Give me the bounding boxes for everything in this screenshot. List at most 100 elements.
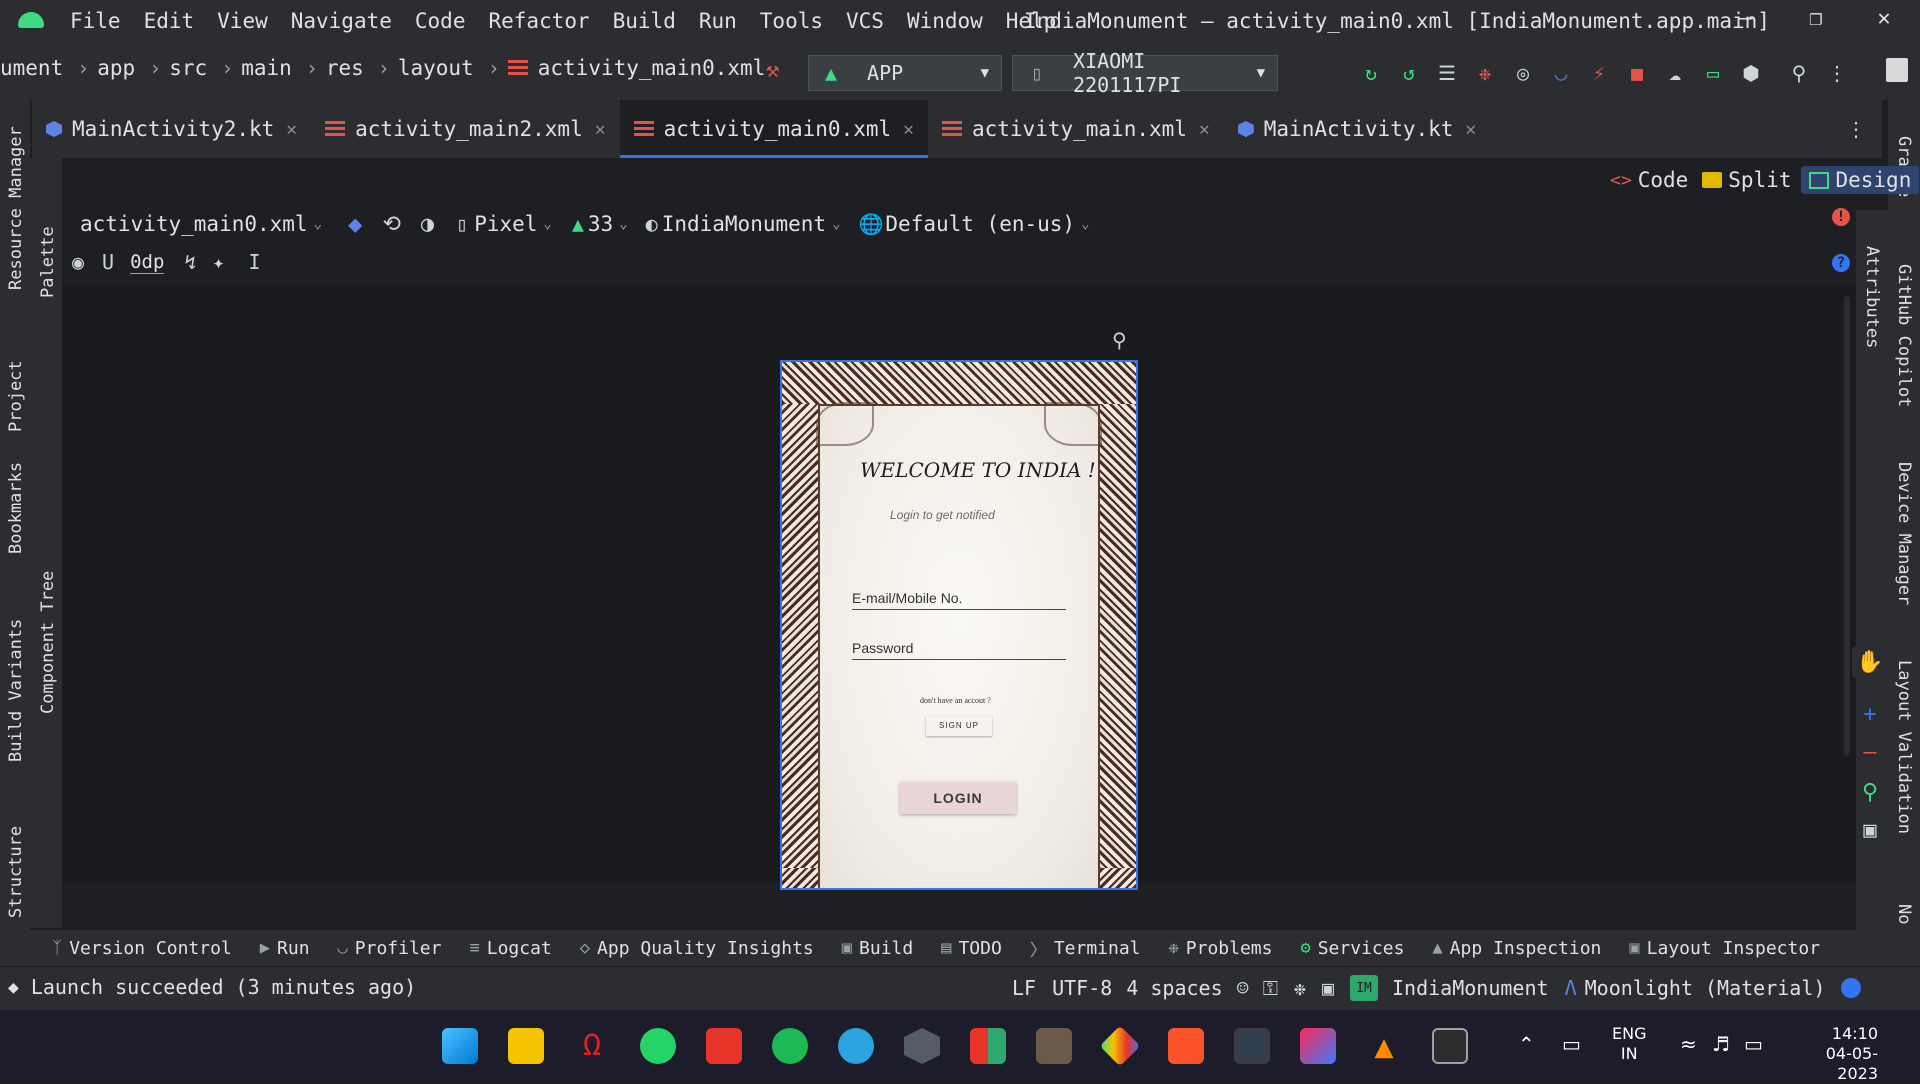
attach-debugger-icon[interactable]: ⚡ [1584, 58, 1614, 88]
tab-mainactivity2[interactable]: MainActivity2.kt ✕ [32, 100, 311, 158]
clock[interactable]: 14:10 04-05-2023 [1798, 1024, 1878, 1084]
profiler-icon[interactable]: ◡ [1546, 58, 1576, 88]
sign-up-button[interactable]: SIGN UP [926, 716, 992, 736]
zoom-to-fit-icon[interactable]: ⚲ [1852, 776, 1888, 808]
avatar[interactable] [1886, 58, 1908, 82]
menu-tools[interactable]: Tools [760, 9, 823, 33]
tool-attributes[interactable]: Attributes [1862, 246, 1882, 348]
android-studio-taskbar-icon[interactable] [1234, 1028, 1270, 1064]
tool-run[interactable]: ▶ Run [260, 938, 310, 959]
error-icon[interactable]: ! [1832, 208, 1850, 226]
restore-button[interactable]: ❐ [1796, 6, 1836, 36]
tool-github-copilot[interactable]: GitHub Copilot [1894, 264, 1914, 407]
vlc-icon[interactable]: ▲ [1366, 1028, 1402, 1064]
menu-build[interactable]: Build [613, 9, 676, 33]
tab-mainactivity[interactable]: MainActivity.kt ✕ [1224, 100, 1491, 158]
tool-build[interactable]: ▣ Build [842, 938, 913, 959]
split-mode-button[interactable]: Split [1728, 168, 1791, 192]
breadcrumb-src[interactable]: src [169, 56, 207, 80]
menu-refactor[interactable]: Refactor [488, 9, 589, 33]
spotify-icon[interactable] [772, 1028, 808, 1064]
menu-run[interactable]: Run [699, 9, 737, 33]
tab-activity-main[interactable]: activity_main.xml ✕ [928, 100, 1224, 158]
office-icon[interactable] [970, 1028, 1006, 1064]
tool-notifications[interactable]: No [1894, 904, 1914, 924]
wifi-icon[interactable]: ≈ [1680, 1032, 1697, 1056]
device-select[interactable]: ▯ XIAOMI 2201117PI ▼ [1012, 49, 1278, 97]
tool-version-control[interactable]: ᛉ Version Control [52, 938, 232, 959]
bug-icon[interactable]: ❉ [1294, 976, 1306, 1000]
tool-project[interactable]: Project [6, 360, 26, 432]
guidelines-icon[interactable]: I [249, 250, 261, 274]
menu-edit[interactable]: Edit [144, 9, 195, 33]
breadcrumb-app[interactable]: app [97, 56, 135, 80]
game-icon[interactable] [1036, 1028, 1072, 1064]
close-icon[interactable]: ✕ [1199, 119, 1210, 140]
file-encoding[interactable]: UTF-8 [1052, 976, 1112, 1000]
language-indicator[interactable]: ENG IN [1612, 1024, 1646, 1064]
search-icon[interactable]: ⚲ [1784, 58, 1814, 88]
wrench-icon[interactable]: ⚲ [1112, 328, 1127, 352]
night-mode-icon[interactable]: ◑ [421, 212, 434, 237]
design-mode-button[interactable]: Design [1801, 166, 1920, 194]
tool-build-variants[interactable]: Build Variants [6, 619, 26, 762]
stop-icon[interactable]: ■ [1622, 58, 1652, 88]
debug-icon[interactable]: ❉ [1470, 58, 1500, 88]
breadcrumb-file[interactable]: activity_main0.xml [538, 56, 766, 80]
tab-activity-main0[interactable]: activity_main0.xml ✕ [619, 100, 929, 158]
vertical-scrollbar[interactable] [1844, 296, 1850, 756]
breadcrumb-project[interactable]: ument [0, 56, 63, 80]
close-icon[interactable]: ✕ [286, 119, 297, 140]
menu-code[interactable]: Code [415, 9, 466, 33]
tool-device-manager[interactable]: Device Manager [1894, 462, 1914, 605]
hammer-icon[interactable]: ⚒ [766, 58, 779, 83]
apply-changes-icon[interactable]: ↺ [1394, 58, 1424, 88]
tool-logcat[interactable]: ≡ Logcat [469, 938, 551, 959]
tool-app-quality-insights[interactable]: ◇ App Quality Insights [580, 938, 814, 959]
breadcrumb-main[interactable]: main [241, 56, 292, 80]
keyboard-icon[interactable]: ▭ [1562, 1032, 1581, 1056]
tool-terminal[interactable]: 〉 Terminal [1030, 936, 1141, 961]
run-config-select[interactable]: ▲ APP ▼ [808, 55, 1002, 91]
tool-component-tree[interactable]: Component Tree [38, 571, 58, 714]
login-button[interactable]: LOGIN [900, 782, 1016, 814]
memory-indicator[interactable] [1841, 978, 1862, 998]
tool-resource-manager[interactable]: Resource Manager [6, 126, 26, 290]
margin-input[interactable]: 0dp [130, 251, 165, 274]
menu-vcs[interactable]: VCS [846, 9, 884, 33]
locale-select[interactable]: Default (en-us) [885, 212, 1075, 236]
tab-activity-main2[interactable]: activity_main2.xml ✕ [311, 100, 619, 158]
intellij-icon[interactable] [1300, 1028, 1336, 1064]
close-icon[interactable]: ✕ [1465, 119, 1476, 140]
status-message[interactable]: Launch succeeded (3 minutes ago) [31, 975, 416, 999]
opera-icon[interactable]: Ω [574, 1028, 610, 1064]
breadcrumb-res[interactable]: res [326, 56, 364, 80]
telegram-icon[interactable] [838, 1028, 874, 1064]
device-mirror-icon[interactable]: ☁ [1660, 58, 1690, 88]
eye-icon[interactable]: ◉ [72, 250, 84, 274]
tool-layout-validation[interactable]: Layout Validation [1894, 660, 1914, 834]
lock-icon[interactable]: ⚿ [1263, 976, 1278, 1000]
tool-layout-inspector[interactable]: ▣ Layout Inspector [1629, 938, 1820, 959]
menu-file[interactable]: File [70, 9, 121, 33]
help-icon[interactable]: ? [1832, 254, 1850, 272]
unity-icon[interactable] [904, 1028, 940, 1064]
windows-start-icon[interactable] [442, 1028, 478, 1064]
whatsapp-icon[interactable] [640, 1028, 676, 1064]
tool-bookmarks[interactable]: Bookmarks [6, 462, 26, 554]
device-manager-icon[interactable]: ▭ [1698, 58, 1728, 88]
line-separator[interactable]: LF [1012, 976, 1036, 1000]
more-icon[interactable]: ⋮ [1822, 58, 1852, 88]
kite-icon[interactable] [1099, 1025, 1141, 1067]
zoom-actual-icon[interactable]: ▣ [1852, 814, 1888, 846]
refresh-icon[interactable]: ↻ [1356, 58, 1386, 88]
layout-preview[interactable]: WELCOME TO INDIA ! Login to get notified… [780, 360, 1138, 890]
close-icon[interactable]: ✕ [903, 119, 914, 140]
wps-icon[interactable] [706, 1028, 742, 1064]
code-mode-button[interactable]: Code [1638, 168, 1689, 192]
terminal-taskbar-icon[interactable] [1432, 1028, 1468, 1064]
menu-view[interactable]: View [217, 9, 268, 33]
zoom-out-icon[interactable]: — [1852, 736, 1888, 768]
menu-window[interactable]: Window [907, 9, 983, 33]
email-field[interactable]: E-mail/Mobile No. [852, 590, 1066, 610]
